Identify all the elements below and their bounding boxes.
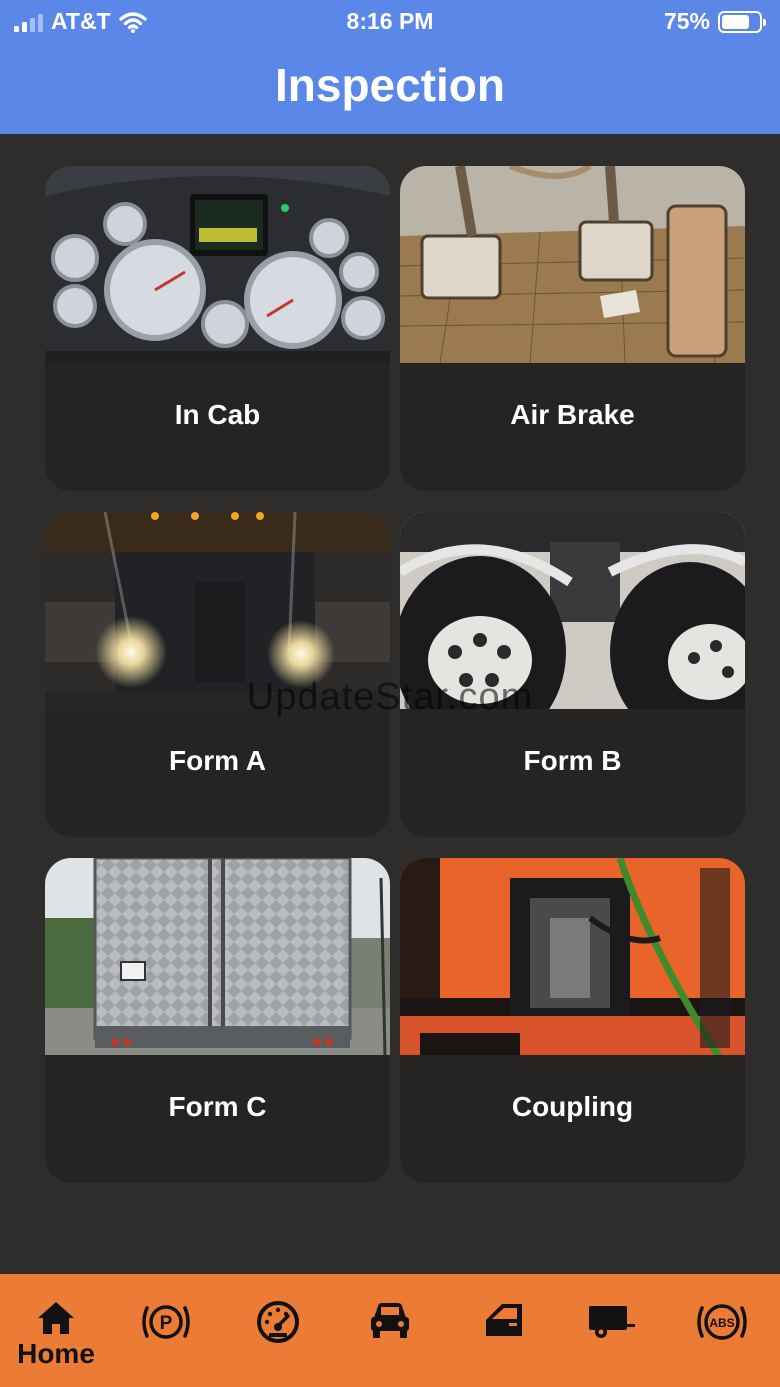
car-icon bbox=[371, 1303, 409, 1338]
tab-bar: Home P ABS bbox=[0, 1274, 780, 1387]
trailer-icon bbox=[589, 1306, 635, 1338]
card-form-c[interactable]: Form C bbox=[45, 858, 390, 1183]
navigation-header: Inspection bbox=[0, 44, 780, 134]
battery-fill bbox=[722, 14, 749, 29]
tab-speedometer[interactable] bbox=[226, 1274, 330, 1387]
status-bar: AT&T 8:16 PM 75% bbox=[0, 0, 780, 44]
page-title: Inspection bbox=[274, 59, 506, 111]
battery-icon bbox=[718, 10, 766, 33]
coupling-lines-photo bbox=[400, 858, 745, 1055]
card-form-a[interactable]: Form A bbox=[45, 512, 390, 837]
card-label: Air Brake bbox=[510, 399, 635, 430]
battery-percent: 75% bbox=[663, 8, 710, 34]
home-icon bbox=[38, 1302, 74, 1334]
truck-wheels-photo bbox=[400, 512, 745, 709]
card-label: Form A bbox=[169, 745, 266, 776]
card-form-b[interactable]: Form B bbox=[400, 512, 745, 837]
card-label: Form C bbox=[168, 1091, 267, 1122]
card-coupling[interactable]: Coupling bbox=[400, 858, 745, 1183]
tab-car-door[interactable] bbox=[452, 1274, 556, 1387]
abs-icon: ABS bbox=[697, 1304, 747, 1340]
trailer-rear-photo bbox=[45, 858, 390, 1055]
card-label: Form B bbox=[523, 745, 622, 776]
card-label: Coupling bbox=[511, 1091, 634, 1122]
brake-pedals-photo bbox=[400, 166, 745, 363]
tab-label-home: Home bbox=[17, 1338, 95, 1369]
truck-headlights-photo bbox=[45, 512, 390, 709]
tab-car[interactable] bbox=[338, 1274, 442, 1387]
svg-text:ABS: ABS bbox=[709, 1316, 734, 1330]
card-label: In Cab bbox=[174, 399, 261, 430]
card-in-cab[interactable]: In Cab bbox=[45, 166, 390, 491]
tab-trailer[interactable] bbox=[560, 1274, 664, 1387]
svg-text:P: P bbox=[160, 1313, 173, 1334]
dashboard-gauges-photo bbox=[45, 166, 390, 363]
parking-brake-icon: P bbox=[142, 1305, 190, 1339]
tab-home[interactable]: Home bbox=[4, 1274, 108, 1387]
status-right: 75% bbox=[663, 8, 766, 35]
speedometer-icon bbox=[257, 1301, 299, 1343]
card-air-brake[interactable]: Air Brake bbox=[400, 166, 745, 491]
tab-parking-brake[interactable]: P bbox=[114, 1274, 218, 1387]
car-door-icon bbox=[486, 1304, 522, 1336]
tab-abs[interactable]: ABS bbox=[670, 1274, 774, 1387]
